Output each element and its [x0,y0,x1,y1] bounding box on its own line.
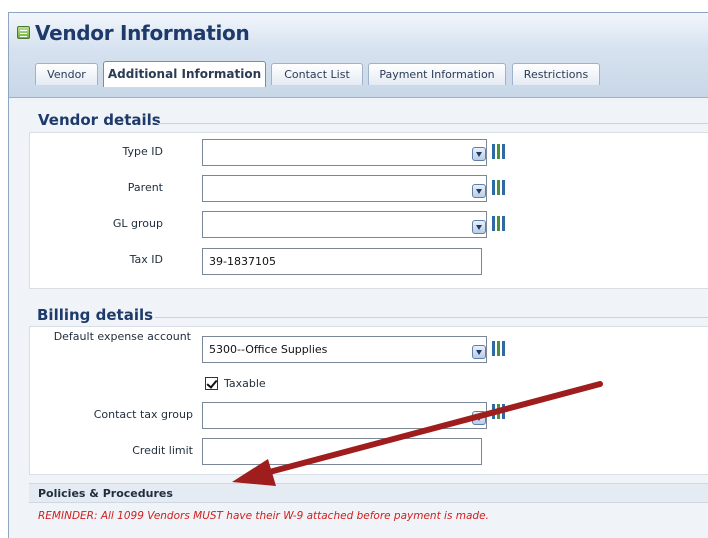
contact-tax-group-label: Contact tax group [93,408,193,421]
type-id-label: Type ID [122,145,163,158]
parent-label: Parent [127,181,163,194]
contact-tax-group-dropdown-icon[interactable] [472,411,486,425]
reminder-text: REMINDER: All 1099 Vendors MUST have the… [38,510,489,522]
tax-id-label: Tax ID [129,253,163,266]
type-id-dropdown-icon[interactable] [472,147,486,161]
type-id-field[interactable] [202,139,487,166]
default-expense-account-dropdown-icon[interactable] [472,345,486,359]
tab-contact-list[interactable]: Contact List [271,63,363,85]
tab-restrictions[interactable]: Restrictions [512,63,600,85]
gl-group-dropdown-icon[interactable] [472,220,486,234]
credit-limit-label: Credit limit [132,444,193,457]
vendor-details-title: Vendor details [38,111,161,129]
taxable-label: Taxable [224,377,266,390]
section-divider [155,317,708,318]
taxable-checkbox[interactable] [205,377,218,390]
default-expense-account-lookup-icon[interactable] [492,341,506,356]
tab-vendor[interactable]: Vendor [35,63,98,85]
default-expense-account-field[interactable]: 5300--Office Supplies [202,336,487,363]
parent-lookup-icon[interactable] [492,180,506,195]
contact-tax-group-lookup-icon[interactable] [492,404,506,419]
tab-payment-information[interactable]: Payment Information [368,63,506,85]
gl-group-lookup-icon[interactable] [492,216,506,231]
credit-limit-field[interactable] [202,438,482,465]
tax-id-field[interactable]: 39-1837105 [202,248,482,275]
policies-title: Policies & Procedures [38,487,173,500]
tab-content: Vendor details Type ID Parent GL group T… [9,98,708,538]
page-title: Vendor Information [35,21,250,45]
parent-field[interactable] [202,175,487,202]
tab-additional-information[interactable]: Additional Information [103,61,266,87]
parent-dropdown-icon[interactable] [472,184,486,198]
gl-group-field[interactable] [202,211,487,238]
billing-details-title: Billing details [37,306,154,324]
tab-strip: Vendor Additional Information Contact Li… [9,53,708,98]
vendor-information-window: Vendor Information Vendor Additional Inf… [8,12,708,538]
type-id-lookup-icon[interactable] [492,144,506,159]
contact-tax-group-field[interactable] [202,402,487,429]
section-divider [157,123,708,124]
default-expense-account-label: Default expense account [53,330,191,343]
list-icon [17,26,30,39]
gl-group-label: GL group [112,217,163,230]
title-bar: Vendor Information [9,13,708,53]
